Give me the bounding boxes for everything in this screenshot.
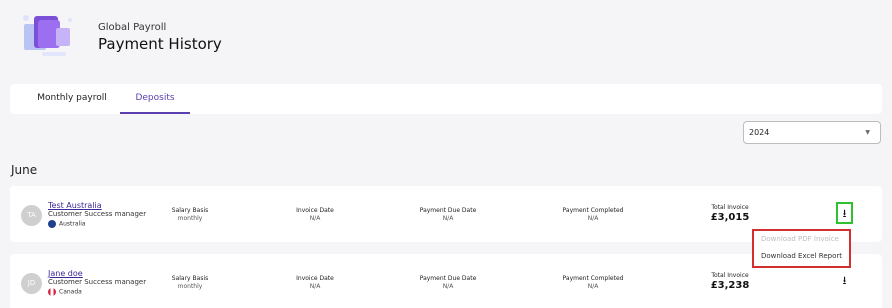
canada-flag-icon <box>48 288 56 296</box>
country-label: Australia <box>59 220 86 228</box>
completed-cell: Payment Completed N/A <box>558 207 628 222</box>
payroll-logo <box>23 15 72 56</box>
completed-label: Payment Completed <box>562 275 624 282</box>
download-button[interactable]: ⭳ <box>836 202 853 224</box>
salary-basis-label: Salary Basis <box>171 207 209 214</box>
invoice-date-value: N/A <box>309 215 321 222</box>
download-icon: ⭳ <box>842 207 847 220</box>
menu-item-download-excel-report[interactable]: Download Excel Report <box>754 248 849 265</box>
completed-cell: Payment Completed N/A <box>558 275 628 290</box>
employee-country: Canada <box>48 288 82 296</box>
employee-country: Australia <box>48 220 86 228</box>
invoice-date-value: N/A <box>309 283 321 290</box>
year-select[interactable]: 2024 ▼ <box>743 121 881 144</box>
download-icon: ⭳ <box>842 274 847 287</box>
due-date-value: N/A <box>442 215 454 222</box>
due-date-label: Payment Due Date <box>419 275 477 282</box>
invoice-date-cell: Invoice Date N/A <box>290 207 340 222</box>
caret-down-icon: ▼ <box>865 129 870 136</box>
employee-name-link[interactable]: Jane doe <box>48 269 83 278</box>
completed-label: Payment Completed <box>562 207 624 214</box>
due-date-label: Payment Due Date <box>419 207 477 214</box>
invoice-date-label: Invoice Date <box>296 207 334 214</box>
avatar: JD <box>21 273 42 294</box>
due-date-cell: Payment Due Date N/A <box>418 207 478 222</box>
australia-flag-icon <box>48 220 56 228</box>
due-date-cell: Payment Due Date N/A <box>418 275 478 290</box>
employee-role: Customer Success manager <box>48 278 147 286</box>
invoice-date-label: Invoice Date <box>296 275 334 282</box>
download-menu: Download PDF Invoice Download Excel Repo… <box>752 229 851 268</box>
salary-basis-cell: Salary Basis monthly <box>165 275 215 290</box>
total-invoice-label: Total Invoice <box>711 272 749 279</box>
total-invoice-cell: Total Invoice £3,015 <box>710 204 750 223</box>
salary-basis-cell: Salary Basis monthly <box>165 207 215 222</box>
year-select-value: 2024 <box>749 128 770 137</box>
download-button[interactable]: ⭳ <box>836 271 853 293</box>
total-invoice-amount: £3,015 <box>710 212 750 223</box>
employee-role: Customer Success manager <box>48 210 147 218</box>
page-title: Payment History <box>98 35 222 53</box>
avatar: TA <box>21 205 42 226</box>
completed-value: N/A <box>587 215 599 222</box>
country-label: Canada <box>59 288 82 296</box>
employee-name-link[interactable]: Test Australia <box>48 201 102 210</box>
total-invoice-amount: £3,238 <box>710 280 750 291</box>
invoice-date-cell: Invoice Date N/A <box>290 275 340 290</box>
salary-basis-value: monthly <box>177 215 203 222</box>
page-eyebrow: Global Payroll <box>98 22 167 33</box>
completed-value: N/A <box>587 283 599 290</box>
total-invoice-label: Total Invoice <box>711 204 749 211</box>
total-invoice-cell: Total Invoice £3,238 <box>710 272 750 291</box>
salary-basis-label: Salary Basis <box>171 275 209 282</box>
menu-item-download-pdf-invoice[interactable]: Download PDF Invoice <box>754 231 849 248</box>
month-heading: June <box>11 163 38 177</box>
tab-monthly-payroll[interactable]: Monthly payroll <box>20 84 124 114</box>
tab-bar: Monthly payroll Deposits <box>10 84 882 114</box>
tab-deposits[interactable]: Deposits <box>120 84 190 114</box>
salary-basis-value: monthly <box>177 283 203 290</box>
due-date-value: N/A <box>442 283 454 290</box>
